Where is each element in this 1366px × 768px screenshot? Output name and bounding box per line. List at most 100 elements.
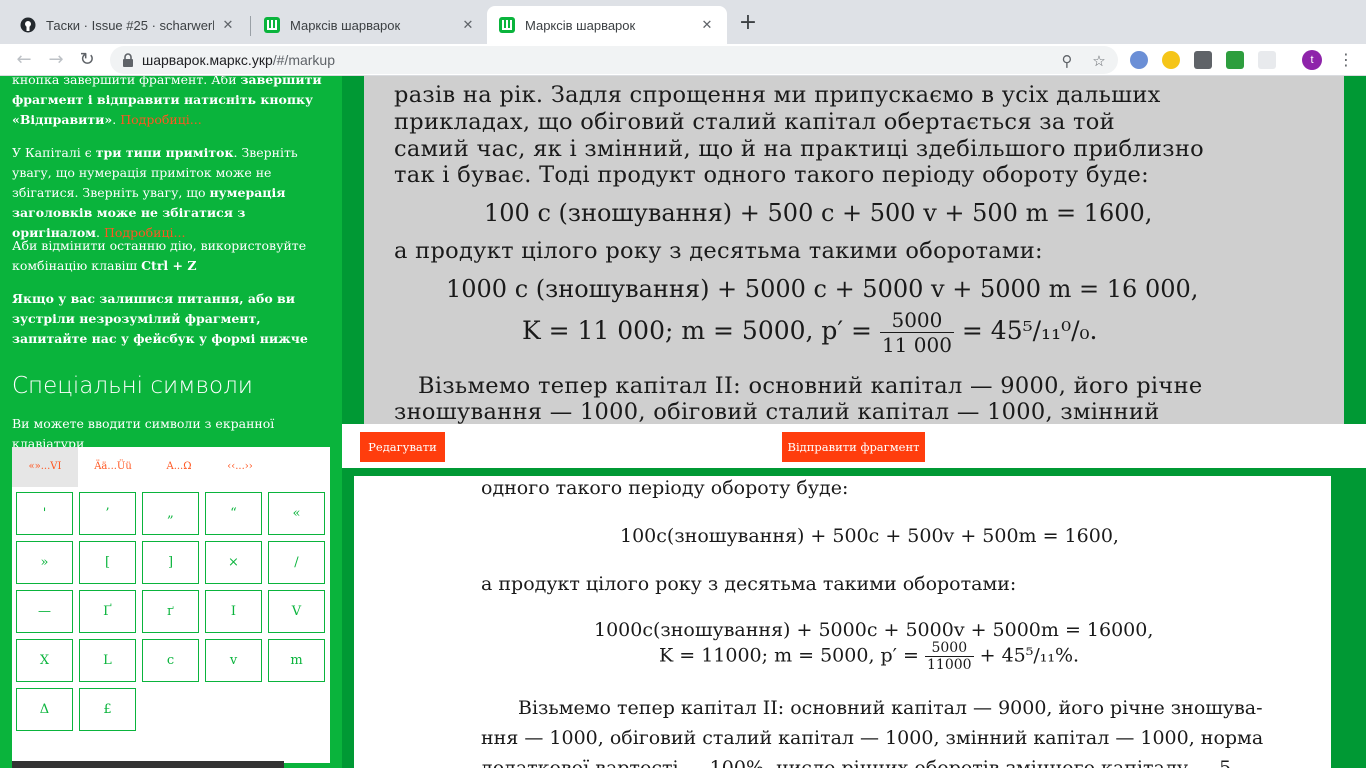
symbol-key[interactable]: c bbox=[142, 639, 199, 682]
symbol-key[interactable]: × bbox=[205, 541, 262, 584]
zoom-icon[interactable]: ⚲ bbox=[1058, 52, 1076, 70]
markup-preview: одного такого періоду обороту буде: 100c… bbox=[354, 476, 1331, 768]
symbol-key[interactable]: m bbox=[268, 639, 325, 682]
scan-text-line: самий час, як і змінний, що й на практиц… bbox=[394, 136, 1204, 162]
url-path: /#/markup bbox=[272, 52, 335, 68]
scan-fraction: 5000 11 000 bbox=[879, 308, 954, 357]
undo-paragraph: Аби відмінити останню дію, використовуйт… bbox=[12, 236, 334, 276]
keyboard-tab[interactable]: «»...VI bbox=[12, 447, 78, 487]
browser-tab-strip: Таски · Issue #25 · scharwerk/ ✕ Марксів… bbox=[0, 0, 1366, 44]
scan-formula: 1000 c (зношування) + 5000 c + 5000 v + … bbox=[446, 275, 1199, 303]
scan-text-line: разів на рік. Задля спрощення ми припуск… bbox=[394, 82, 1161, 108]
new-tab-button[interactable]: + bbox=[736, 12, 760, 36]
intro-end: . bbox=[112, 112, 117, 127]
symbol-keyboard: «»...VI Ää...Üü A...Ω ‹‹...›› ' ’ „ “ « … bbox=[12, 447, 330, 763]
profile-avatar[interactable]: t bbox=[1302, 50, 1322, 70]
moon-extension-icon[interactable] bbox=[1162, 51, 1180, 69]
scan-text-line: прикладах, що обіговий сталий капітал об… bbox=[394, 109, 1115, 135]
scan-fraction-den: 11 000 bbox=[881, 333, 952, 357]
scanned-page-image: разів на рік. Задля спрощення ми припуск… bbox=[364, 76, 1344, 424]
scharwerk-favicon-icon bbox=[499, 17, 515, 33]
notes-bold: три типи приміток bbox=[95, 145, 234, 160]
reload-icon[interactable]: ↻ bbox=[75, 48, 99, 72]
symbol-key[interactable]: I bbox=[205, 590, 262, 633]
help-paragraph: Якщо у вас залишися питання, або ви зуст… bbox=[12, 291, 308, 346]
preview-formula-left: K = 11000; m = 5000, p′ = bbox=[659, 644, 919, 667]
symbol-key[interactable]: “ bbox=[205, 492, 262, 535]
symbol-key[interactable]: „ bbox=[142, 492, 199, 535]
symbol-key[interactable]: ' bbox=[16, 492, 73, 535]
tab-separator bbox=[250, 16, 251, 36]
keyboard-tab[interactable]: A...Ω bbox=[148, 447, 210, 487]
special-symbols-title: Спеціальні символи bbox=[12, 373, 253, 399]
symbol-key[interactable]: « bbox=[268, 492, 325, 535]
scharwerk-favicon-icon bbox=[264, 17, 280, 33]
symbol-key[interactable]: L bbox=[79, 639, 136, 682]
extension-icon[interactable] bbox=[1130, 51, 1148, 69]
symbol-key[interactable]: / bbox=[268, 541, 325, 584]
tab-title: Марксів шарварок bbox=[290, 17, 401, 33]
symbol-key[interactable]: » bbox=[16, 541, 73, 584]
preview-fraction-den: 11000 bbox=[927, 657, 972, 673]
page: кнопка завершити фрагмент. Аби завершити… bbox=[0, 76, 1366, 768]
symbol-key[interactable]: ’ bbox=[79, 492, 136, 535]
symbol-key[interactable]: Ґ bbox=[79, 590, 136, 633]
close-icon[interactable]: ✕ bbox=[460, 17, 476, 33]
back-arrow-icon[interactable]: ← bbox=[12, 48, 36, 72]
notes-text: У Капіталі є bbox=[12, 145, 92, 160]
symbol-key[interactable]: X bbox=[16, 639, 73, 682]
symbol-key[interactable]: Δ bbox=[16, 688, 73, 731]
symbol-key[interactable]: V bbox=[268, 590, 325, 633]
preview-text-line: а продукт цілого року з десятьма такими … bbox=[481, 573, 1017, 595]
bookmark-star-icon[interactable]: ☆ bbox=[1090, 52, 1108, 70]
video-thumbnail[interactable] bbox=[12, 761, 284, 768]
symbol-key[interactable]: £ bbox=[79, 688, 136, 731]
angular-extension-icon[interactable] bbox=[1194, 51, 1212, 69]
scan-fraction-num: 5000 bbox=[879, 308, 954, 333]
symbol-key[interactable]: ] bbox=[142, 541, 199, 584]
symbol-key[interactable]: ґ bbox=[142, 590, 199, 633]
close-icon[interactable]: ✕ bbox=[699, 17, 715, 33]
undo-shortcut: Ctrl + Z bbox=[141, 258, 197, 273]
green-extension-icon[interactable] bbox=[1226, 51, 1244, 69]
intro-paragraph: кнопка завершити фрагмент. Аби завершити… bbox=[12, 76, 334, 130]
browser-tab[interactable]: Таски · Issue #25 · scharwerk/ ✕ bbox=[8, 6, 248, 44]
scan-text-line: так і буває. Тоді продукт одного такого … bbox=[394, 162, 1149, 188]
address-bar[interactable]: шарварок.маркс.укр/#/markup ⚲ ☆ bbox=[110, 46, 1118, 74]
url-text: шарварок.маркс.укр/#/markup bbox=[142, 52, 335, 68]
preview-text-line: ння — 1000, обіговий сталий капітал — 10… bbox=[481, 727, 1264, 749]
scan-formula-left: K = 11 000; m = 5000, p′ = bbox=[522, 316, 872, 345]
markup-preview-frame: одного такого періоду обороту буде: 100c… bbox=[342, 468, 1366, 768]
symbol-key[interactable]: v bbox=[205, 639, 262, 682]
scan-text-line: зношування — 1000, обіговий сталий капіт… bbox=[394, 399, 1160, 424]
browser-toolbar: ← → ↻ шарварок.маркс.укр/#/markup ⚲ ☆ t … bbox=[0, 44, 1366, 76]
grid-extension-icon[interactable] bbox=[1258, 51, 1276, 69]
symbol-key[interactable]: — bbox=[16, 590, 73, 633]
keyboard-tab[interactable]: ‹‹...›› bbox=[210, 447, 270, 487]
browser-tab[interactable]: Марксів шарварок ✕ bbox=[252, 6, 488, 44]
close-icon[interactable]: ✕ bbox=[220, 17, 236, 33]
scan-formula: 100 c (зношування) + 500 c + 500 v + 500… bbox=[484, 199, 1153, 227]
preview-text-line: додаткової вартості — 100%, число річних… bbox=[481, 757, 1238, 768]
scan-formula-right: = 45⁵/₁₁⁰/₀. bbox=[961, 316, 1098, 345]
preview-fraction: 5000 11000 bbox=[925, 640, 974, 673]
browser-tab-active[interactable]: Марксів шарварок ✕ bbox=[487, 6, 727, 44]
details-link[interactable]: Подробиці... bbox=[120, 112, 201, 127]
keyboard-tab[interactable]: Ää...Üü bbox=[78, 447, 148, 487]
preview-text-line: Візьмемо тепер капітал II: основний капі… bbox=[518, 697, 1263, 719]
submit-fragment-button[interactable]: Відправити фрагмент bbox=[782, 432, 925, 462]
keyboard-tabs: «»...VI Ää...Üü A...Ω ‹‹...›› bbox=[12, 447, 330, 487]
preview-fraction-num: 5000 bbox=[925, 640, 974, 657]
scan-formula: K = 11 000; m = 5000, p′ = 5000 11 000 =… bbox=[522, 308, 1098, 357]
forward-arrow-icon[interactable]: → bbox=[44, 48, 68, 72]
tab-title: Таски · Issue #25 · scharwerk/ bbox=[46, 17, 214, 33]
symbol-key[interactable]: [ bbox=[79, 541, 136, 584]
menu-kebab-icon[interactable]: ⋮ bbox=[1338, 48, 1354, 72]
intro-text: кнопка завершити фрагмент. Аби bbox=[12, 76, 237, 87]
preview-formula: K = 11000; m = 5000, p′ = 5000 11000 + 4… bbox=[659, 640, 1079, 673]
edit-button[interactable]: Редагувати bbox=[360, 432, 445, 462]
action-bar: Редагувати Відправити фрагмент bbox=[342, 424, 1366, 468]
sidebar-instructions: кнопка завершити фрагмент. Аби завершити… bbox=[0, 76, 342, 768]
preview-formula: 1000c(зношування) + 5000c + 5000v + 5000… bbox=[594, 619, 1154, 641]
github-icon bbox=[20, 17, 36, 33]
